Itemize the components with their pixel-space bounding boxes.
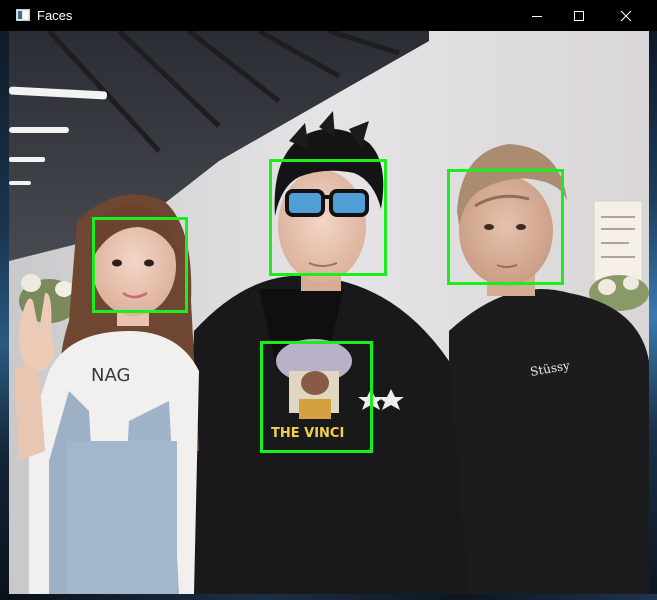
minimize-button[interactable] xyxy=(514,0,560,31)
desktop-background-right xyxy=(649,31,657,600)
maximize-icon xyxy=(574,10,584,21)
desktop-background-bottom xyxy=(0,594,657,600)
minimize-icon xyxy=(532,15,542,17)
close-icon xyxy=(620,10,632,21)
shirt-print-text: NAG xyxy=(91,365,130,386)
maximize-button[interactable] xyxy=(556,0,602,31)
face-detection-box xyxy=(447,169,564,285)
faces-window: Faces Stüssy THE VINCI NAG xyxy=(0,0,657,600)
title-bar[interactable]: Faces xyxy=(0,0,657,31)
image-canvas[interactable]: Stüssy THE VINCI NAG xyxy=(9,31,649,594)
window-app-icon xyxy=(16,9,30,21)
face-detection-box xyxy=(260,341,373,453)
window-title: Faces xyxy=(37,8,73,23)
desktop-background-left xyxy=(0,31,9,600)
close-button[interactable] xyxy=(603,0,649,31)
face-detection-box xyxy=(269,159,387,276)
face-detection-box xyxy=(92,217,188,313)
